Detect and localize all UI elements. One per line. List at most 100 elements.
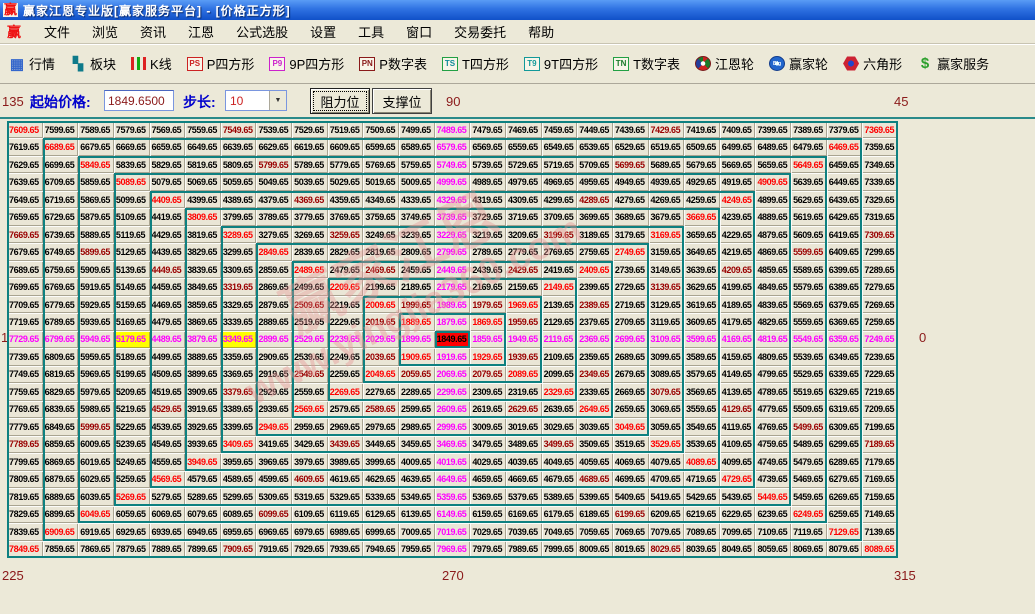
grid-cell: 3439.65 bbox=[328, 436, 364, 453]
grid-cell: 4649.65 bbox=[435, 471, 471, 488]
grid-cell: 7949.65 bbox=[363, 541, 399, 558]
grid-cell: 3449.65 bbox=[363, 436, 399, 453]
grid-cell: 4059.65 bbox=[577, 453, 613, 470]
grid-cell: 6939.65 bbox=[150, 523, 186, 540]
grid-cell: 2459.65 bbox=[399, 261, 435, 278]
step-combobox[interactable]: 10 ▼ bbox=[225, 90, 287, 111]
toolbar-button-label: 赢家轮 bbox=[789, 54, 828, 73]
grid-cell: 1939.65 bbox=[506, 348, 542, 365]
grid-cell: 7289.65 bbox=[862, 261, 898, 278]
toolbar-button[interactable]: 六角形 bbox=[842, 52, 903, 75]
grid-cell: 5909.65 bbox=[78, 261, 114, 278]
grid-cell: 7529.65 bbox=[292, 121, 328, 138]
toolbar-button[interactable]: ▦ 行情 bbox=[8, 52, 56, 75]
menu-item-3[interactable]: 江恩 bbox=[177, 23, 225, 42]
grid-cell: 7789.65 bbox=[7, 436, 43, 453]
grid-cell: 5879.65 bbox=[78, 208, 114, 225]
quotes-grid-icon: ▦ bbox=[9, 56, 25, 71]
start-price-input[interactable] bbox=[104, 90, 174, 111]
menu-item-1[interactable]: 浏览 bbox=[81, 23, 129, 42]
grid-cell: 2469.65 bbox=[363, 261, 399, 278]
grid-cell: 7309.65 bbox=[862, 226, 898, 243]
toolbar-button[interactable]: TNT数字表 bbox=[612, 52, 681, 75]
menu-item-9[interactable]: 帮助 bbox=[517, 23, 565, 42]
grid-cell: 7839.65 bbox=[7, 523, 43, 540]
grid-cell: 7339.65 bbox=[862, 173, 898, 190]
grid-cell: 3839.65 bbox=[185, 261, 221, 278]
grid-cell: 3889.65 bbox=[185, 348, 221, 365]
grid-cell: 3399.65 bbox=[221, 418, 257, 435]
grid-cell: 3649.65 bbox=[684, 243, 720, 260]
grid-cell: 3429.65 bbox=[292, 436, 328, 453]
hexagon-icon bbox=[843, 56, 859, 71]
toolbar-button[interactable]: P99P四方形 bbox=[268, 52, 345, 75]
app-window: 赢 赢家江恩专业版[赢家服务平台] - [价格正方形] 赢 文件浏览资讯江恩公式… bbox=[0, 0, 1035, 614]
blocks-icon: ▚ bbox=[70, 56, 86, 71]
menu-item-0[interactable]: 文件 bbox=[33, 23, 81, 42]
grid-cell: 6039.65 bbox=[78, 488, 114, 505]
menu-item-2[interactable]: 资讯 bbox=[129, 23, 177, 42]
grid-cell: 6719.65 bbox=[43, 191, 79, 208]
grid-cell: 7609.65 bbox=[7, 121, 43, 138]
grid-cell: 3879.65 bbox=[185, 331, 221, 348]
grid-cell: 3069.65 bbox=[649, 401, 685, 418]
resistance-button[interactable]: 阻力位 bbox=[310, 88, 370, 114]
grid-cell: 4049.65 bbox=[542, 453, 578, 470]
grid-cell: 7579.65 bbox=[114, 121, 150, 138]
toolbar-button[interactable]: 江恩轮 bbox=[694, 52, 755, 75]
grid-cell: 7489.65 bbox=[435, 121, 471, 138]
menu-item-5[interactable]: 设置 bbox=[299, 23, 347, 42]
grid-cell: 4979.65 bbox=[506, 173, 542, 190]
grid-cell: 2399.65 bbox=[577, 278, 613, 295]
grid-cell: 4619.65 bbox=[328, 471, 364, 488]
grid-cell: 6319.65 bbox=[827, 401, 863, 418]
grid-cell: 3749.65 bbox=[399, 208, 435, 225]
menu-item-8[interactable]: 交易委托 bbox=[443, 23, 517, 42]
title-bar[interactable]: 赢 赢家江恩专业版[赢家服务平台] - [价格正方形] bbox=[0, 0, 1035, 20]
grid-cell: 4159.65 bbox=[720, 348, 756, 365]
grid-cell: 3329.65 bbox=[221, 296, 257, 313]
grid-cell: 6279.65 bbox=[827, 471, 863, 488]
grid-cell: 3009.65 bbox=[470, 418, 506, 435]
menu-item-4[interactable]: 公式选股 bbox=[225, 23, 299, 42]
grid-cell: 3269.65 bbox=[292, 226, 328, 243]
toolbar-button[interactable]: K线 bbox=[130, 52, 173, 75]
grid-cell: 7729.65 bbox=[7, 331, 43, 348]
grid-cell: 3039.65 bbox=[577, 418, 613, 435]
grid-cell: 5859.65 bbox=[78, 173, 114, 190]
chevron-down-icon[interactable]: ▼ bbox=[269, 91, 286, 110]
grid-cell: 7809.65 bbox=[7, 471, 43, 488]
grid-cell: 7349.65 bbox=[862, 156, 898, 173]
toolbar-button[interactable]: ▚板块 bbox=[69, 52, 117, 75]
toolbar-button[interactable]: TST四方形 bbox=[441, 52, 510, 75]
grid-cell: 5709.65 bbox=[577, 156, 613, 173]
grid-cell: 5629.65 bbox=[791, 191, 827, 208]
support-button[interactable]: 支撑位 bbox=[372, 88, 432, 114]
toolbar-button-label: 行情 bbox=[29, 54, 55, 73]
grid-cell: 4279.65 bbox=[613, 191, 649, 208]
toolbar-button[interactable]: T99T四方形 bbox=[523, 52, 599, 75]
grid-cell: 6009.65 bbox=[78, 436, 114, 453]
toolbar-button[interactable]: Big赢家轮 bbox=[768, 52, 829, 75]
badge-pn-icon: PN bbox=[359, 57, 375, 71]
toolbar-button[interactable]: PSP四方形 bbox=[186, 52, 256, 75]
grid-cell: 7859.65 bbox=[43, 541, 79, 558]
grid-cell: 6469.65 bbox=[827, 138, 863, 155]
menu-item-6[interactable]: 工具 bbox=[347, 23, 395, 42]
grid-cell: 4769.65 bbox=[755, 418, 791, 435]
menu-item-7[interactable]: 窗口 bbox=[395, 23, 443, 42]
grid-cell: 2929.65 bbox=[256, 383, 292, 400]
toolbar-button[interactable]: PNP数字表 bbox=[358, 52, 428, 75]
grid-cell: 2739.65 bbox=[613, 261, 649, 278]
toolbar-button[interactable]: $赢家服务 bbox=[916, 52, 990, 75]
grid-cell: 4969.65 bbox=[542, 173, 578, 190]
grid-cell: 6109.65 bbox=[292, 506, 328, 523]
grid-cell: 3369.65 bbox=[221, 366, 257, 383]
badge-ts-icon: TS bbox=[442, 57, 458, 71]
grid-cell: 6019.65 bbox=[78, 453, 114, 470]
grid-cell: 2349.65 bbox=[577, 366, 613, 383]
grid-cell: 3949.65 bbox=[185, 453, 221, 470]
grid-cell: 2499.65 bbox=[292, 278, 328, 295]
grid-cell: 3599.65 bbox=[684, 331, 720, 348]
mdi-child-icon[interactable]: 赢 bbox=[7, 22, 21, 42]
